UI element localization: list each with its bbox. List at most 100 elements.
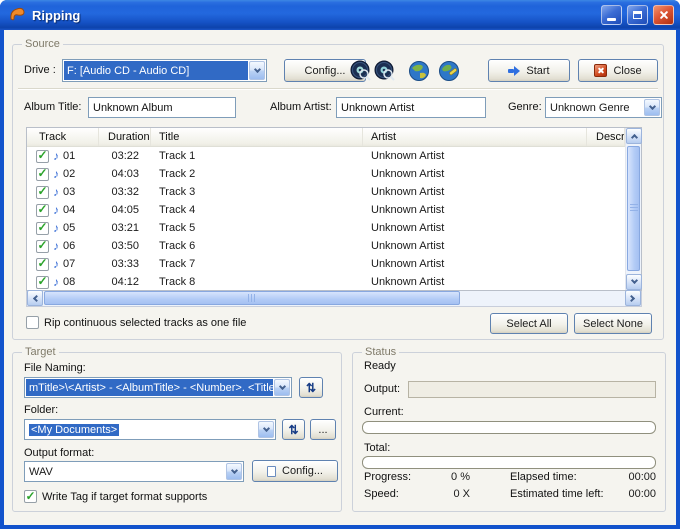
- track-number: 05: [63, 222, 75, 234]
- start-arrow-icon: [508, 66, 520, 76]
- select-none-button[interactable]: Select None: [574, 313, 652, 334]
- chevron-down-icon[interactable]: [226, 463, 242, 480]
- start-button[interactable]: Start: [488, 59, 570, 82]
- folder-select[interactable]: <My Documents>: [24, 419, 276, 440]
- scroll-right-button[interactable]: [625, 290, 641, 306]
- track-artist: Unknown Artist: [363, 165, 587, 183]
- track-artist: Unknown Artist: [363, 201, 587, 219]
- column-header-description[interactable]: Descript: [587, 128, 625, 146]
- chevron-left-icon: [33, 294, 40, 301]
- track-row[interactable]: ✓ ♪ 06 03:50 Track 6 Unknown Artist: [27, 237, 625, 255]
- grip-icon: [248, 294, 257, 302]
- elapsed-value: 00:00: [610, 471, 656, 483]
- titlebar[interactable]: Ripping: [0, 0, 680, 30]
- track-row[interactable]: ✓ ♪ 05 03:21 Track 5 Unknown Artist: [27, 219, 625, 237]
- maximize-button[interactable]: [627, 5, 648, 25]
- vertical-scrollbar-thumb[interactable]: [627, 146, 640, 271]
- track-description: [587, 165, 625, 183]
- total-label: Total:: [364, 442, 390, 454]
- genre-select[interactable]: Unknown Genre: [545, 97, 662, 118]
- track-artist: Unknown Artist: [363, 183, 587, 201]
- write-tag-checkbox[interactable]: ✓: [24, 490, 37, 503]
- track-checkbox[interactable]: ✓: [36, 276, 49, 289]
- track-title: Track 8: [151, 273, 363, 290]
- chevron-up-icon: [630, 134, 637, 141]
- folder-refresh-button[interactable]: ⇅: [282, 419, 305, 440]
- vertical-scrollbar[interactable]: [625, 128, 641, 290]
- format-config-button[interactable]: Config...: [252, 460, 338, 482]
- drive-select[interactable]: F: [Audio CD - Audio CD]: [62, 59, 267, 82]
- close-button[interactable]: Close: [578, 59, 658, 82]
- chevron-down-icon[interactable]: [258, 421, 274, 438]
- scroll-left-button[interactable]: [27, 290, 43, 306]
- track-checkbox[interactable]: ✓: [36, 204, 49, 217]
- file-naming-refresh-button[interactable]: ⇅: [299, 377, 323, 398]
- app-icon: [8, 6, 26, 24]
- cd-rescan-icon[interactable]: [374, 60, 396, 82]
- track-checkbox[interactable]: ✓: [36, 222, 49, 235]
- scroll-down-button[interactable]: [626, 274, 642, 290]
- cd-info-icon[interactable]: [350, 60, 372, 82]
- drive-value: F: [Audio CD - Audio CD]: [64, 61, 248, 80]
- horizontal-scrollbar-thumb[interactable]: [44, 291, 460, 305]
- minimize-button[interactable]: [601, 5, 622, 25]
- note-icon: ♪: [53, 222, 59, 234]
- file-naming-value: mTitle>\<Artist> - <AlbumTitle> - <Numbe…: [26, 379, 273, 396]
- note-icon: ♪: [53, 168, 59, 180]
- column-header-track[interactable]: Track: [27, 128, 99, 146]
- track-checkbox[interactable]: ✓: [36, 240, 49, 253]
- track-row[interactable]: ✓ ♪ 08 04:12 Track 8 Unknown Artist: [27, 273, 625, 290]
- folder-browse-button[interactable]: ...: [310, 419, 336, 440]
- scroll-up-button[interactable]: [626, 128, 642, 144]
- track-checkbox[interactable]: ✓: [36, 150, 49, 163]
- track-description: [587, 273, 625, 290]
- chevron-down-icon[interactable]: [274, 379, 290, 396]
- track-title: Track 3: [151, 183, 363, 201]
- track-description: [587, 237, 625, 255]
- track-number: 07: [63, 258, 75, 270]
- horizontal-scrollbar[interactable]: [26, 291, 642, 307]
- cddb-query-globe-icon[interactable]: [408, 60, 430, 82]
- output-label: Output:: [364, 383, 400, 395]
- track-duration: 04:12: [99, 273, 151, 290]
- track-row[interactable]: ✓ ♪ 01 03:22 Track 1 Unknown Artist: [27, 147, 625, 165]
- drive-label: Drive :: [24, 64, 56, 76]
- rip-continuous-label: Rip continuous selected tracks as one fi…: [44, 317, 246, 329]
- track-number: 01: [63, 150, 75, 162]
- track-description: [587, 147, 625, 165]
- track-duration: 03:22: [99, 147, 151, 165]
- chevron-down-icon[interactable]: [644, 99, 660, 116]
- track-checkbox[interactable]: ✓: [36, 186, 49, 199]
- close-x-icon: [594, 64, 607, 77]
- chevron-down-icon[interactable]: [249, 61, 265, 80]
- column-header-duration[interactable]: Duration: [99, 128, 151, 146]
- track-title: Track 1: [151, 147, 363, 165]
- column-header-title[interactable]: Title: [151, 128, 363, 146]
- cddb-submit-globe-icon[interactable]: [438, 60, 460, 82]
- track-row[interactable]: ✓ ♪ 07 03:33 Track 7 Unknown Artist: [27, 255, 625, 273]
- album-title-input[interactable]: [88, 97, 236, 118]
- note-icon: ♪: [53, 240, 59, 252]
- track-row[interactable]: ✓ ♪ 04 04:05 Track 4 Unknown Artist: [27, 201, 625, 219]
- album-artist-input[interactable]: [336, 97, 486, 118]
- note-icon: ♪: [53, 276, 59, 288]
- rip-continuous-checkbox[interactable]: ✓: [26, 316, 39, 329]
- album-title-label: Album Title:: [24, 101, 81, 113]
- output-format-select[interactable]: WAV: [24, 461, 244, 482]
- separator: [18, 88, 658, 90]
- track-row[interactable]: ✓ ♪ 02 04:03 Track 2 Unknown Artist: [27, 165, 625, 183]
- track-row[interactable]: ✓ ♪ 03 03:32 Track 3 Unknown Artist: [27, 183, 625, 201]
- column-header-artist[interactable]: Artist: [363, 128, 587, 146]
- select-all-button[interactable]: Select All: [490, 313, 568, 334]
- track-checkbox[interactable]: ✓: [36, 258, 49, 271]
- grip-icon: [630, 204, 638, 213]
- track-title: Track 5: [151, 219, 363, 237]
- track-checkbox[interactable]: ✓: [36, 168, 49, 181]
- folder-label: Folder:: [24, 404, 58, 416]
- file-naming-select[interactable]: mTitle>\<Artist> - <AlbumTitle> - <Numbe…: [24, 377, 292, 398]
- genre-label: Genre:: [508, 101, 542, 113]
- close-window-button[interactable]: [653, 5, 674, 25]
- folder-value: <My Documents>: [29, 424, 119, 436]
- note-icon: ♪: [53, 186, 59, 198]
- track-table-body: ✓ ♪ 01 03:22 Track 1 Unknown Artist ✓ ♪ …: [27, 147, 625, 290]
